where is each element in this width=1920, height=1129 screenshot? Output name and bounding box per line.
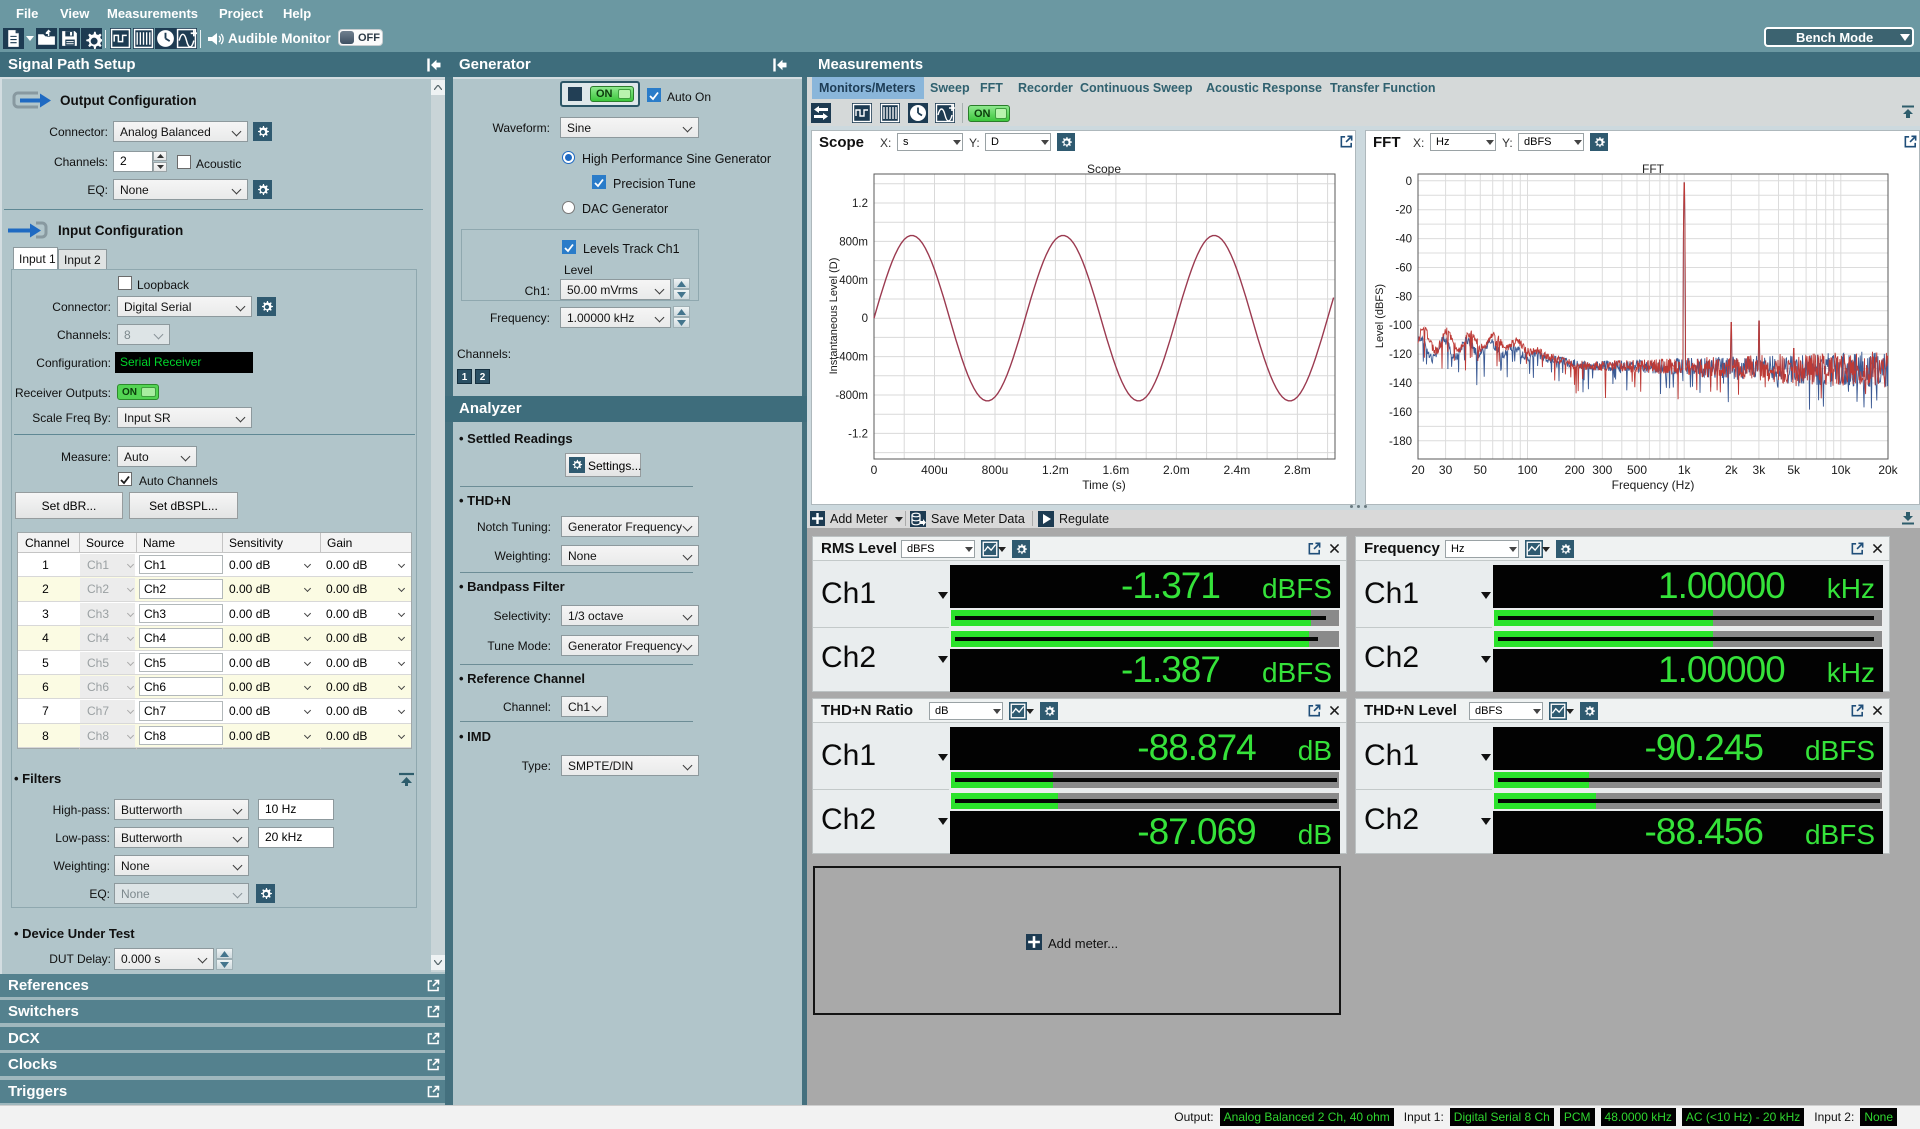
svg-text:Frequency (Hz): Frequency (Hz): [1612, 478, 1695, 492]
svg-text:2.0m: 2.0m: [1163, 463, 1190, 477]
svg-text:-40: -40: [1395, 234, 1412, 246]
svg-text:-120: -120: [1389, 349, 1412, 361]
svg-text:1.6m: 1.6m: [1103, 463, 1130, 477]
svg-text:0: 0: [1406, 176, 1412, 188]
svg-text:-400m: -400m: [835, 352, 868, 364]
svg-text:0: 0: [862, 313, 868, 325]
svg-text:-800m: -800m: [835, 390, 868, 402]
svg-text:30: 30: [1439, 463, 1453, 477]
svg-text:2.8m: 2.8m: [1284, 463, 1311, 477]
svg-text:800u: 800u: [982, 463, 1009, 477]
svg-text:1.2: 1.2: [852, 198, 868, 210]
svg-text:2k: 2k: [1725, 463, 1739, 477]
svg-text:Time (s): Time (s): [1082, 478, 1126, 492]
svg-text:-160: -160: [1389, 407, 1412, 419]
svg-text:Level (dBFS): Level (dBFS): [1374, 284, 1386, 348]
svg-text:1.2m: 1.2m: [1042, 463, 1069, 477]
svg-text:3k: 3k: [1753, 463, 1767, 477]
svg-text:-1.2: -1.2: [848, 428, 868, 440]
svg-text:-100: -100: [1389, 320, 1412, 332]
svg-text:-180: -180: [1389, 436, 1412, 448]
svg-text:200: 200: [1565, 463, 1585, 477]
svg-text:400u: 400u: [921, 463, 948, 477]
svg-text:-60: -60: [1395, 263, 1412, 275]
svg-text:10k: 10k: [1831, 463, 1851, 477]
svg-text:800m: 800m: [839, 236, 868, 248]
svg-text:500: 500: [1627, 463, 1647, 477]
svg-text:400m: 400m: [839, 275, 868, 287]
svg-text:0: 0: [871, 463, 878, 477]
svg-text:-20: -20: [1395, 205, 1412, 217]
svg-text:5k: 5k: [1787, 463, 1801, 477]
svg-text:20k: 20k: [1878, 463, 1898, 477]
svg-text:100: 100: [1517, 463, 1537, 477]
svg-text:2.4m: 2.4m: [1224, 463, 1251, 477]
svg-text:-80: -80: [1395, 291, 1412, 303]
svg-text:300: 300: [1592, 463, 1612, 477]
svg-text:20: 20: [1411, 463, 1425, 477]
svg-text:Instantaneous Level (D): Instantaneous Level (D): [828, 258, 840, 375]
svg-text:-140: -140: [1389, 378, 1412, 390]
svg-text:50: 50: [1474, 463, 1488, 477]
svg-text:1k: 1k: [1678, 463, 1692, 477]
